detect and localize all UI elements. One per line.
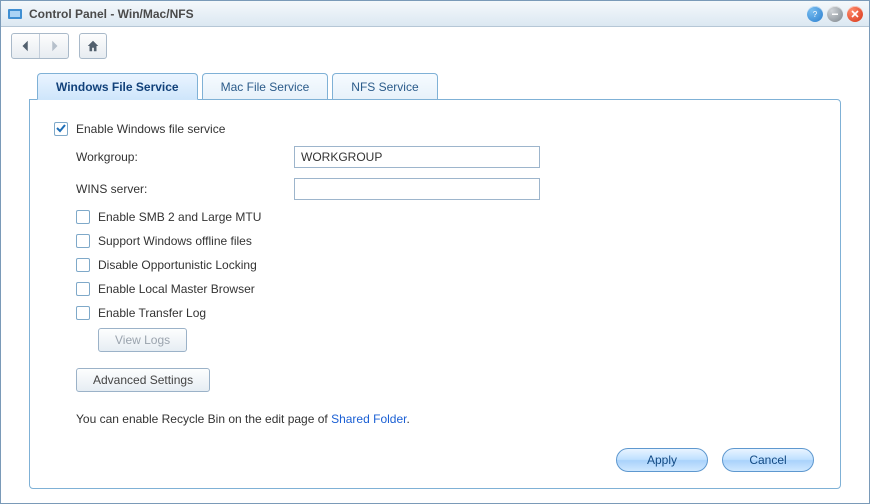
content-area: Windows File Service Mac File Service NF… <box>1 65 869 503</box>
enable-windows-file-service-label: Enable Windows file service <box>76 122 225 136</box>
nav-forward-button[interactable] <box>40 34 68 58</box>
option-offline-checkbox[interactable] <box>76 234 90 248</box>
control-panel-window: Control Panel - Win/Mac/NFS ? Windows Fi… <box>0 0 870 504</box>
option-offline-label: Support Windows offline files <box>98 234 252 248</box>
option-master-label: Enable Local Master Browser <box>98 282 255 296</box>
tab-bar: Windows File Service Mac File Service NF… <box>37 73 841 99</box>
nav-home-button[interactable] <box>79 33 107 59</box>
window-title: Control Panel - Win/Mac/NFS <box>29 7 801 21</box>
option-master-checkbox[interactable] <box>76 282 90 296</box>
window-buttons: ? <box>807 6 863 22</box>
workgroup-input[interactable] <box>294 146 540 168</box>
option-offline-row: Support Windows offline files <box>76 234 814 248</box>
advanced-settings-button[interactable]: Advanced Settings <box>76 368 210 392</box>
help-button[interactable]: ? <box>807 6 823 22</box>
nav-back-button[interactable] <box>12 34 40 58</box>
option-oplock-label: Disable Opportunistic Locking <box>98 258 257 272</box>
advanced-row: Advanced Settings <box>76 368 814 392</box>
footer-note-suffix: . <box>406 412 409 426</box>
tab-nfs-service[interactable]: NFS Service <box>332 73 437 99</box>
apply-button[interactable]: Apply <box>616 448 708 472</box>
workgroup-row: Workgroup: <box>76 146 814 168</box>
wins-server-input[interactable] <box>294 178 540 200</box>
option-smb2-label: Enable SMB 2 and Large MTU <box>98 210 261 224</box>
tab-windows-file-service[interactable]: Windows File Service <box>37 73 198 100</box>
tab-mac-file-service[interactable]: Mac File Service <box>202 73 329 99</box>
titlebar: Control Panel - Win/Mac/NFS ? <box>1 1 869 27</box>
option-xferlog-checkbox[interactable] <box>76 306 90 320</box>
shared-folder-link[interactable]: Shared Folder <box>331 412 406 426</box>
enable-row: Enable Windows file service <box>54 122 814 136</box>
footer-note: You can enable Recycle Bin on the edit p… <box>76 412 814 426</box>
svg-text:?: ? <box>813 10 818 19</box>
option-smb2-row: Enable SMB 2 and Large MTU <box>76 210 814 224</box>
enable-windows-file-service-checkbox[interactable] <box>54 122 68 136</box>
workgroup-label: Workgroup: <box>76 150 294 164</box>
view-logs-row: View Logs <box>98 328 814 352</box>
option-oplock-row: Disable Opportunistic Locking <box>76 258 814 272</box>
wins-server-label: WINS server: <box>76 182 294 196</box>
dialog-button-bar: Apply Cancel <box>54 432 814 472</box>
wins-row: WINS server: <box>76 178 814 200</box>
tab-panel-windows: Enable Windows file service Workgroup: W… <box>29 99 841 489</box>
option-oplock-checkbox[interactable] <box>76 258 90 272</box>
nav-back-forward <box>11 33 69 59</box>
option-xferlog-row: Enable Transfer Log <box>76 306 814 320</box>
close-button[interactable] <box>847 6 863 22</box>
view-logs-button[interactable]: View Logs <box>98 328 187 352</box>
option-xferlog-label: Enable Transfer Log <box>98 306 206 320</box>
option-smb2-checkbox[interactable] <box>76 210 90 224</box>
nav-toolbar <box>1 27 869 65</box>
app-icon <box>7 6 23 22</box>
cancel-button[interactable]: Cancel <box>722 448 814 472</box>
minimize-button[interactable] <box>827 6 843 22</box>
option-master-row: Enable Local Master Browser <box>76 282 814 296</box>
footer-note-prefix: You can enable Recycle Bin on the edit p… <box>76 412 331 426</box>
